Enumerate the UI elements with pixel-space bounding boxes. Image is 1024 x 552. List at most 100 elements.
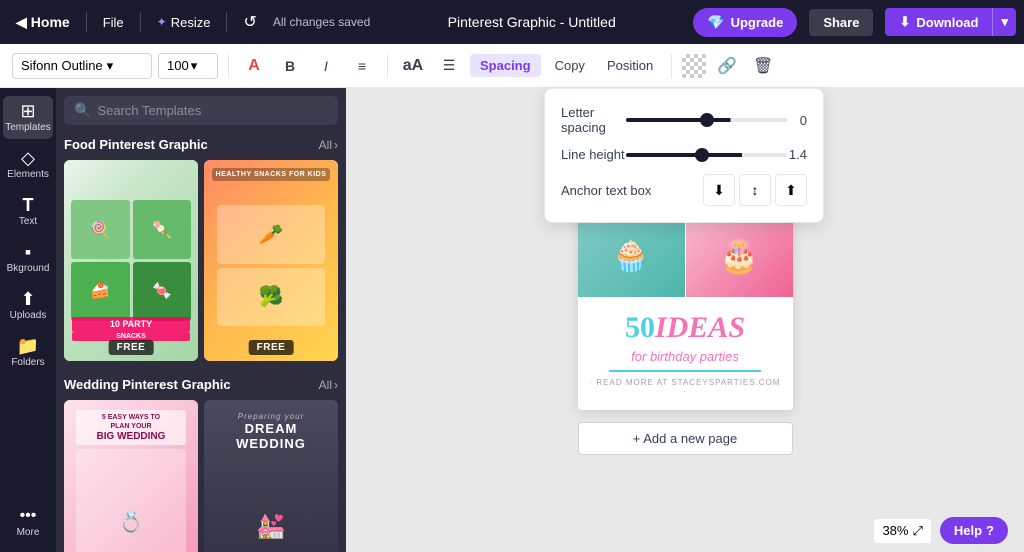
letter-spacing-slider[interactable]	[626, 118, 787, 122]
home-label: Home	[31, 14, 70, 30]
spacing-label: Spacing	[480, 58, 531, 73]
background-icon: ▪	[25, 243, 31, 261]
top-navbar: ◀ Home File ✦ Resize ↺ All changes saved…	[0, 0, 1024, 44]
download-dropdown-button[interactable]: ▾	[993, 8, 1016, 36]
transparency-button[interactable]	[682, 54, 706, 78]
wedding-template-1[interactable]: 5 EASY WAYS TOPLAN YOUR BIG WEDDING 💍 FR…	[64, 400, 198, 552]
anchor-text-box-label: Anchor text box	[561, 183, 699, 198]
elements-icon: ◇	[21, 149, 35, 167]
food-chevron-icon: ›	[334, 138, 338, 152]
sidebar-item-more[interactable]: ••• More	[11, 501, 46, 544]
sidebar-item-elements[interactable]: ◇ Elements	[3, 143, 53, 186]
font-name-label: Sifonn Outline	[21, 58, 103, 73]
help-label: Help	[954, 523, 982, 538]
wedding-all-link[interactable]: All ›	[319, 378, 338, 392]
position-label: Position	[607, 58, 653, 73]
anchor-bottom-icon: ⬇	[713, 182, 725, 199]
toolbar-separator-2	[387, 54, 388, 78]
food-template-1[interactable]: 🍭 🍡 🍰 🍬 10 PARTY SNACKS FREE	[64, 160, 198, 361]
line-height-label: Line height	[561, 147, 626, 162]
link-button[interactable]: 🔗	[712, 51, 742, 81]
food-section-header: Food Pinterest Graphic All ›	[64, 137, 338, 152]
copy-button[interactable]: Copy	[547, 54, 593, 77]
letter-spacing-value: 0	[787, 113, 807, 128]
sidebar-item-background[interactable]: ▪ Bkground	[3, 237, 53, 280]
font-selector[interactable]: Sifonn Outline ▾	[12, 53, 152, 79]
anchor-middle-button[interactable]: ↕	[739, 174, 771, 206]
food-all-link[interactable]: All ›	[319, 138, 338, 152]
delete-button[interactable]: 🗑	[748, 51, 778, 81]
sidebar-item-text[interactable]: T Text	[3, 190, 53, 233]
file-button[interactable]: File	[95, 11, 132, 34]
resize-icon: ✦	[157, 15, 167, 29]
position-button[interactable]: Position	[599, 54, 661, 77]
help-button[interactable]: Help ?	[940, 517, 1008, 544]
font-case-button[interactable]: aA	[398, 51, 428, 81]
sidebar-item-uploads[interactable]: ⬆ Uploads	[3, 284, 53, 327]
file-label: File	[103, 15, 124, 30]
food-template-2[interactable]: HEALTHY SNACKS FOR KIDS 🥕 🥦 FREE	[204, 160, 338, 361]
text-icon: T	[23, 196, 34, 214]
search-input[interactable]	[97, 103, 328, 118]
resize-button[interactable]: ✦ Resize	[149, 11, 219, 34]
document-title: Pinterest Graphic - Untitled	[374, 14, 689, 30]
undo-button[interactable]: ↺	[235, 8, 264, 36]
spacing-button[interactable]: Spacing	[470, 54, 541, 77]
font-size-selector[interactable]: 100 ▾	[158, 53, 218, 79]
nav-divider-2	[140, 12, 141, 32]
sidebar-item-folders[interactable]: 📁 Folders	[3, 331, 53, 374]
anchor-top-button[interactable]: ⬆	[775, 174, 807, 206]
spacing-dropdown: Letter spacing 0 Line height 1.4 Anchor …	[544, 88, 824, 223]
canvas-ideas: IDEAS	[655, 311, 745, 344]
list-button[interactable]: ☰	[434, 51, 464, 81]
more-label: More	[17, 527, 40, 538]
food-template-2-badge: FREE	[249, 340, 294, 355]
templates-icon: ⊞	[20, 102, 35, 120]
link-icon: 🔗	[717, 56, 737, 76]
letter-spacing-label: Letter spacing	[561, 105, 626, 135]
main-area: ⊞ Templates ◇ Elements T Text ▪ Bkground…	[0, 88, 1024, 552]
wedding-all-label: All	[319, 378, 332, 392]
line-height-value: 1.4	[787, 147, 807, 162]
text-color-button[interactable]: A	[239, 51, 269, 81]
canvas-url: · READ MORE AT STACEYSPARTIES.COM ·	[590, 378, 781, 396]
home-button[interactable]: ◀ Home	[8, 10, 78, 35]
zoom-indicator[interactable]: 38% ⤢	[873, 518, 931, 544]
trash-icon: 🗑	[753, 56, 773, 76]
italic-button[interactable]: I	[311, 51, 341, 81]
line-height-row: Line height 1.4	[561, 147, 807, 162]
zoom-value: 38%	[882, 523, 908, 538]
wedding-chevron-icon: ›	[334, 378, 338, 392]
template-panel: 🔍 Food Pinterest Graphic All › 🍭 🍡 🍰 🍬	[56, 88, 346, 552]
canvas-number: 50	[625, 311, 655, 344]
food-section-title: Food Pinterest Graphic	[64, 137, 208, 152]
text-label: Text	[19, 216, 37, 227]
add-page-button[interactable]: + Add a new page	[578, 422, 793, 455]
anchor-bottom-button[interactable]: ⬇	[703, 174, 735, 206]
add-page-label: + Add a new page	[633, 431, 737, 446]
download-label: Download	[916, 15, 978, 30]
folders-label: Folders	[11, 357, 44, 368]
copy-label: Copy	[555, 58, 585, 73]
download-main-button[interactable]: ⬇ Download	[885, 8, 993, 36]
anchor-text-box-row: Anchor text box ⬇ ↕ ⬆	[561, 174, 807, 206]
more-icon: •••	[20, 507, 37, 525]
share-button[interactable]: Share	[809, 9, 873, 36]
sidebar-item-templates[interactable]: ⊞ Templates	[3, 96, 53, 139]
resize-label: Resize	[171, 15, 211, 30]
wedding-section-header: Wedding Pinterest Graphic All ›	[64, 377, 338, 392]
background-label: Bkground	[7, 263, 50, 274]
bold-button[interactable]: B	[275, 51, 305, 81]
bold-label: B	[285, 58, 295, 74]
list-icon: ☰	[443, 57, 456, 74]
upgrade-button[interactable]: 💎 Upgrade	[693, 8, 797, 37]
templates-label: Templates	[5, 122, 51, 133]
align-icon: ≡	[358, 58, 366, 74]
search-icon: 🔍	[74, 102, 91, 119]
align-button[interactable]: ≡	[347, 51, 377, 81]
elements-label: Elements	[7, 169, 49, 180]
line-height-slider[interactable]	[626, 153, 787, 157]
search-box[interactable]: 🔍	[64, 96, 338, 125]
folders-icon: 📁	[17, 337, 39, 355]
wedding-template-2[interactable]: Preparing your DREAM WEDDING 💒 FREE	[204, 400, 338, 552]
